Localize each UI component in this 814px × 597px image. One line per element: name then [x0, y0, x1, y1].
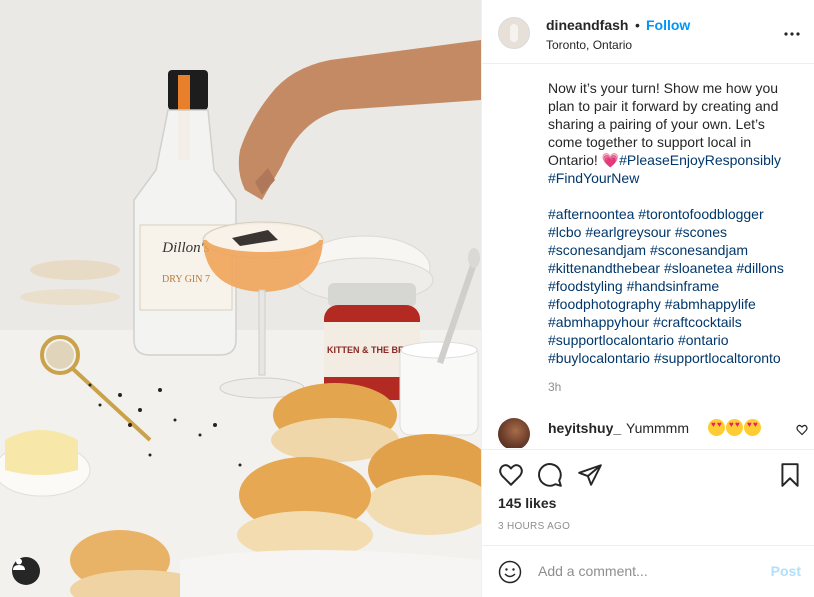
user-tag-icon[interactable]: [12, 557, 40, 585]
comment-username[interactable]: heyitshuy_: [548, 420, 621, 436]
comments-section: Now it’s your turn! Show me how you plan…: [482, 64, 814, 448]
hashtag-link[interactable]: #FindYourNew: [548, 170, 639, 186]
add-comment-bar: Post: [482, 545, 814, 597]
hashtag-link[interactable]: #sloanetea: [664, 260, 733, 276]
hashtag-link[interactable]: #buylocalontario: [548, 350, 650, 366]
hashtag-link[interactable]: #abmhappyhour: [548, 314, 649, 330]
post-side-panel: dineandfash • Follow Toronto, Ontario No…: [481, 0, 814, 597]
avatar[interactable]: [498, 17, 530, 49]
hashtag-link[interactable]: #scones: [675, 224, 727, 240]
comment-like-heart-icon[interactable]: [796, 424, 808, 436]
post-photo[interactable]: Dillon's DRY GIN 7 KITTEN & THE BEAR: [0, 0, 481, 597]
hashtag-link[interactable]: #craftcocktails: [653, 314, 742, 330]
caption: Now it’s your turn! Show me how you plan…: [548, 79, 800, 187]
comment-text: Yummmm: [626, 420, 689, 436]
bookmark-icon[interactable]: [777, 462, 803, 488]
share-icon[interactable]: [577, 462, 603, 488]
comment-item: heyitshuy_ Yummmm: [498, 416, 808, 448]
post-header: dineandfash • Follow Toronto, Ontario: [482, 0, 814, 64]
heart-eyes-emoji-icon: [744, 419, 761, 436]
photo-illustration: Dillon's DRY GIN 7 KITTEN & THE BEAR: [0, 0, 481, 597]
hashtag-link[interactable]: #supportlocaltoronto: [654, 350, 781, 366]
heart-eyes-emojis: [708, 419, 761, 436]
hashtag-link[interactable]: #afternoontea: [548, 206, 634, 222]
hashtag-link[interactable]: #lcbo: [548, 224, 581, 240]
user-tag-icon-glyph: [13, 558, 25, 570]
follow-button[interactable]: Follow: [646, 17, 690, 33]
bottle-label-brand: Dillon's: [161, 240, 210, 256]
header-separator: •: [635, 17, 640, 33]
hashtag-link[interactable]: #PleaseEnjoyResponsibly: [619, 152, 781, 168]
heart-eyes-emoji-icon: [708, 419, 725, 436]
hashtag-link[interactable]: #earlgreysour: [585, 224, 671, 240]
hashtag-link[interactable]: #sconesandjam: [650, 242, 748, 258]
post-button[interactable]: Post: [771, 563, 801, 579]
heart-eyes-emoji-icon: [726, 419, 743, 436]
emoji-icon[interactable]: [498, 560, 522, 584]
likes-count[interactable]: 145 likes: [498, 495, 556, 511]
hashtag-link[interactable]: #ontario: [678, 332, 729, 348]
hashtag-link[interactable]: #sconesandjam: [548, 242, 646, 258]
heart-emoji: 💗: [601, 152, 620, 168]
hashtag-link[interactable]: #kittenandthebear: [548, 260, 660, 276]
hashtag-link[interactable]: #handsinframe: [627, 278, 720, 294]
comment-icon[interactable]: [537, 462, 563, 488]
action-bar: 145 likes 3 HOURS AGO: [482, 449, 814, 549]
hashtag-link[interactable]: #foodphotography: [548, 296, 661, 312]
heart-icon[interactable]: [498, 462, 524, 488]
more-icon[interactable]: [783, 25, 801, 43]
hashtag-link[interactable]: #abmhappylife: [665, 296, 756, 312]
caption-timestamp[interactable]: 3h: [548, 380, 561, 394]
post-location[interactable]: Toronto, Ontario: [546, 38, 632, 52]
bottle-label-product: DRY GIN 7: [162, 274, 210, 285]
comment-avatar[interactable]: [498, 418, 530, 448]
hashtag-link[interactable]: #dillons: [736, 260, 783, 276]
hashtag-link[interactable]: #torontofoodblogger: [638, 206, 763, 222]
hashtag-link[interactable]: #foodstyling: [548, 278, 623, 294]
post-username[interactable]: dineandfash: [546, 17, 628, 33]
caption-hashtags: #afternoontea #torontofoodblogger #lcbo …: [548, 205, 806, 367]
comment-input[interactable]: [538, 560, 758, 582]
post-timestamp[interactable]: 3 HOURS AGO: [498, 521, 570, 532]
hashtag-link[interactable]: #supportlocalontario: [548, 332, 674, 348]
